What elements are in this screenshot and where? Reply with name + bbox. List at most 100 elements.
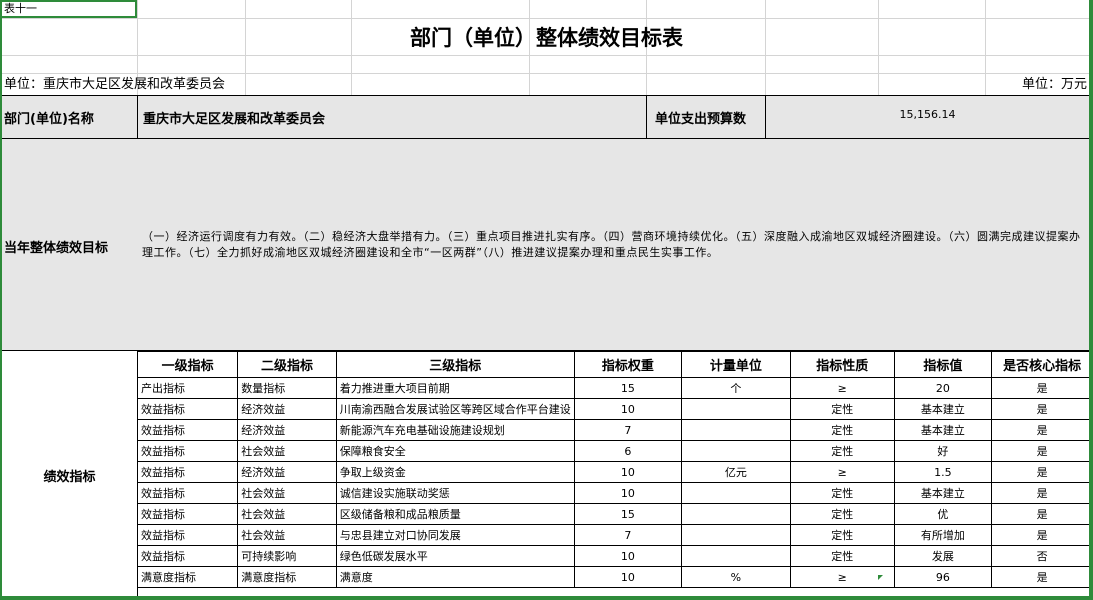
table-cell[interactable]: 产出指标 (136, 377, 239, 399)
cell-comment-marker (878, 575, 883, 580)
table-cell[interactable]: 15 (573, 377, 682, 399)
table-cell[interactable]: 效益指标 (136, 461, 239, 483)
table-cell[interactable] (680, 482, 791, 504)
table-cell[interactable]: 6 (573, 440, 682, 462)
column-header: 计量单位 (680, 351, 791, 378)
table-cell[interactable]: 经济效益 (237, 398, 337, 420)
table-cell[interactable]: 是 (991, 419, 1093, 441)
table-cell[interactable]: 亿元 (680, 461, 791, 483)
table-cell[interactable] (680, 398, 791, 420)
table-cell[interactable] (680, 419, 791, 441)
divider (646, 95, 647, 139)
table-row: 满意度指标 满意度指标 满意度 10% ≥96 是 (136, 566, 1093, 588)
gridline (2, 73, 1089, 74)
table-cell[interactable]: 川南渝西融合发展试验区等跨区域合作平台建设 (335, 398, 575, 420)
table-cell[interactable]: 定性 (789, 545, 895, 567)
table-cell[interactable]: 是 (991, 398, 1093, 420)
table-cell[interactable]: ≥ (789, 461, 895, 483)
table-cell[interactable]: 效益指标 (136, 440, 239, 462)
table-cell[interactable]: 效益指标 (136, 524, 239, 546)
table-cell[interactable]: 社会效益 (237, 440, 337, 462)
table-cell[interactable]: 基本建立 (893, 419, 993, 441)
table-cell[interactable]: 保障粮食安全 (335, 440, 575, 462)
table-cell[interactable]: 基本建立 (893, 398, 993, 420)
table-cell[interactable]: % (680, 566, 791, 588)
table-cell[interactable]: 效益指标 (136, 419, 239, 441)
window-border (0, 596, 1093, 600)
column-header: 指标值 (893, 351, 993, 378)
table-cell[interactable]: 优 (893, 503, 993, 525)
table-cell[interactable]: 7 (573, 419, 682, 441)
table-cell[interactable]: 诚信建设实施联动奖惩 (335, 482, 575, 504)
table-cell[interactable]: 新能源汽车充电基础设施建设规划 (335, 419, 575, 441)
table-cell[interactable]: 社会效益 (237, 503, 337, 525)
table-header-row: 一级指标 二级指标 三级指标 指标权重 计量单位 指标性质 指标值 是否核心指标 (136, 351, 1093, 378)
table-cell[interactable]: 区级储备粮和成品粮质量 (335, 503, 575, 525)
table-cell[interactable]: 个 (680, 377, 791, 399)
table-cell[interactable]: 与忠县建立对口协同发展 (335, 524, 575, 546)
budget-label: 单位支出预算数 (655, 112, 747, 127)
table-cell[interactable]: 有所增加 (893, 524, 993, 546)
table-cell[interactable]: 经济效益 (237, 419, 337, 441)
goal-text[interactable]: （一）经济运行调度有力有效。（二）稳经济大盘举措有力。（三）重点项目推进扎实有序… (142, 229, 1086, 261)
table-cell[interactable]: 可持续影响 (237, 545, 337, 567)
table-cell[interactable]: 效益指标 (136, 545, 239, 567)
table-cell[interactable]: 96 (893, 566, 993, 588)
selected-cell[interactable]: 表十一 (0, 0, 137, 18)
table-cell[interactable]: 7 (573, 524, 682, 546)
table-cell[interactable]: 15 (573, 503, 682, 525)
table-cell[interactable]: 10 (573, 566, 682, 588)
table-cell[interactable]: 满意度指标 (237, 566, 337, 588)
table-cell[interactable]: 10 (573, 482, 682, 504)
table-cell[interactable]: 是 (991, 566, 1093, 588)
spreadsheet-frame: 表十一 部门（单位）整体绩效目标表 单位：重庆市大足区发展和改革委员会 单位：万… (0, 0, 1093, 600)
table-cell[interactable]: 数量指标 (237, 377, 337, 399)
table-cell[interactable]: 定性 (789, 503, 895, 525)
table-row: 效益指标 社会效益 诚信建设实施联动奖惩 10 定性 基本建立是 (136, 482, 1093, 504)
table-cell[interactable]: ≥ (789, 377, 895, 399)
table-cell[interactable]: 满意度 (335, 566, 575, 588)
table-cell[interactable]: 定性 (789, 419, 895, 441)
table-row: 效益指标 社会效益 与忠县建立对口协同发展 7 定性 有所增加是 (136, 524, 1093, 546)
table-cell[interactable]: 定性 (789, 482, 895, 504)
table-cell[interactable]: 1.5 (893, 461, 993, 483)
table-cell[interactable] (680, 503, 791, 525)
table-cell[interactable]: 定性 (789, 398, 895, 420)
table-cell[interactable]: 满意度指标 (136, 566, 239, 588)
table-cell[interactable]: 10 (573, 398, 682, 420)
table-cell[interactable]: 基本建立 (893, 482, 993, 504)
performance-label: 绩效指标 (43, 470, 96, 485)
table-cell[interactable]: 是 (991, 440, 1093, 462)
table-cell[interactable]: 是 (991, 503, 1093, 525)
table-cell[interactable] (680, 440, 791, 462)
table-cell[interactable]: 否 (991, 545, 1093, 567)
table-cell[interactable] (680, 545, 791, 567)
budget-value[interactable]: 15,156.14 (766, 108, 1089, 121)
table-cell[interactable]: 20 (893, 377, 993, 399)
table-cell[interactable]: 效益指标 (136, 482, 239, 504)
table-cell[interactable]: 好 (893, 440, 993, 462)
table-row: 效益指标 经济效益 争取上级资金 10 亿元 ≥1.5 是 (136, 461, 1093, 483)
table-cell[interactable]: 社会效益 (237, 524, 337, 546)
table-cell[interactable]: 效益指标 (136, 503, 239, 525)
table-cell[interactable]: 10 (573, 461, 682, 483)
table-cell[interactable] (680, 524, 791, 546)
table-cell[interactable]: 10 (573, 545, 682, 567)
table-cell[interactable]: 发展 (893, 545, 993, 567)
table-cell[interactable]: 争取上级资金 (335, 461, 575, 483)
dept-name-value[interactable]: 重庆市大足区发展和改革委员会 (143, 108, 325, 127)
table-cell[interactable]: 绿色低碳发展水平 (335, 545, 575, 567)
table-cell[interactable]: 着力推进重大项目前期 (335, 377, 575, 399)
table-cell[interactable]: 经济效益 (237, 461, 337, 483)
table-cell[interactable]: 是 (991, 482, 1093, 504)
table-row: 效益指标 可持续影响 绿色低碳发展水平 10 定性 发展否 (136, 545, 1093, 567)
unit-org: 单位：重庆市大足区发展和改革委员会 (4, 77, 226, 92)
table-cell[interactable]: 是 (991, 377, 1093, 399)
window-border (1089, 0, 1093, 600)
table-cell[interactable]: 社会效益 (237, 482, 337, 504)
table-cell[interactable]: 是 (991, 461, 1093, 483)
table-cell[interactable]: 定性 (789, 524, 895, 546)
table-cell[interactable]: 定性 (789, 440, 895, 462)
table-cell[interactable]: 是 (991, 524, 1093, 546)
table-cell[interactable]: 效益指标 (136, 398, 239, 420)
